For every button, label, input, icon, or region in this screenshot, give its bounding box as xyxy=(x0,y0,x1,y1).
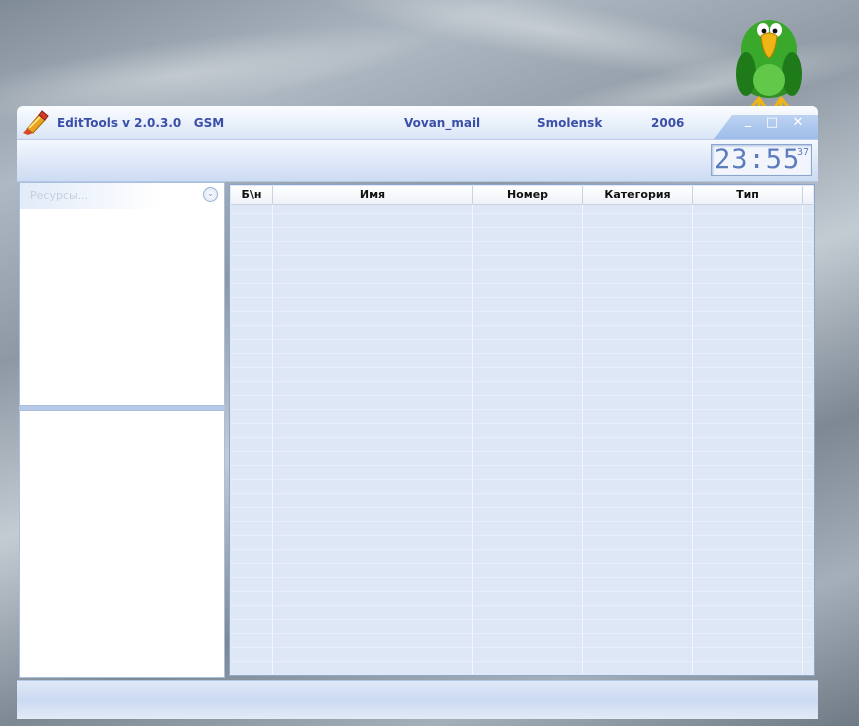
column-header-name[interactable]: Имя xyxy=(273,186,473,205)
resources-title: Ресурсы... xyxy=(30,189,89,202)
column-header-filler xyxy=(803,186,813,205)
app-brush-icon[interactable] xyxy=(21,109,49,135)
collapse-chevron-icon[interactable]: ⌄ xyxy=(203,187,218,202)
resources-header[interactable]: Ресурсы... ⌄ xyxy=(20,183,224,209)
contacts-grid[interactable]: Б\н Имя Номер Категория Тип xyxy=(229,184,815,676)
column-divider xyxy=(692,205,693,674)
column-header-category[interactable]: Категория xyxy=(583,186,693,205)
column-divider xyxy=(582,205,583,674)
main-window: EditTools v 2.0.3.0 GSM Vovan_mail Smole… xyxy=(17,106,818,719)
app-title: EditTools v 2.0.3.0 GSM xyxy=(57,116,225,130)
column-divider xyxy=(802,205,803,674)
column-header-bn[interactable]: Б\н xyxy=(231,186,273,205)
maximize-icon[interactable]: □ xyxy=(764,116,780,130)
clock-seconds: 37 xyxy=(796,147,809,158)
minimize-icon[interactable]: _ xyxy=(740,114,756,128)
resources-panel: Ресурсы... ⌄ xyxy=(19,182,225,406)
detail-panel[interactable] xyxy=(19,410,225,678)
status-bar xyxy=(17,680,818,719)
toolbar: 23:55 37 xyxy=(17,140,818,182)
title-bar[interactable]: EditTools v 2.0.3.0 GSM Vovan_mail Smole… xyxy=(17,106,818,140)
parrot-mascot-icon xyxy=(736,20,802,111)
close-icon[interactable]: ✕ xyxy=(790,116,806,130)
year-label: 2006 xyxy=(651,116,685,130)
digital-clock: 23:55 37 xyxy=(711,144,812,176)
column-divider xyxy=(472,205,473,674)
clock-time: 23:55 xyxy=(714,144,801,175)
author-label: Vovan_mail xyxy=(404,116,481,130)
city-label: Smolensk xyxy=(537,116,603,130)
column-header-number[interactable]: Номер xyxy=(473,186,583,205)
left-pane: Ресурсы... ⌄ xyxy=(19,182,225,678)
grid-body[interactable]: Б\н Имя Номер Категория Тип xyxy=(231,186,813,674)
column-divider xyxy=(272,205,273,674)
column-header-type[interactable]: Тип xyxy=(693,186,803,205)
